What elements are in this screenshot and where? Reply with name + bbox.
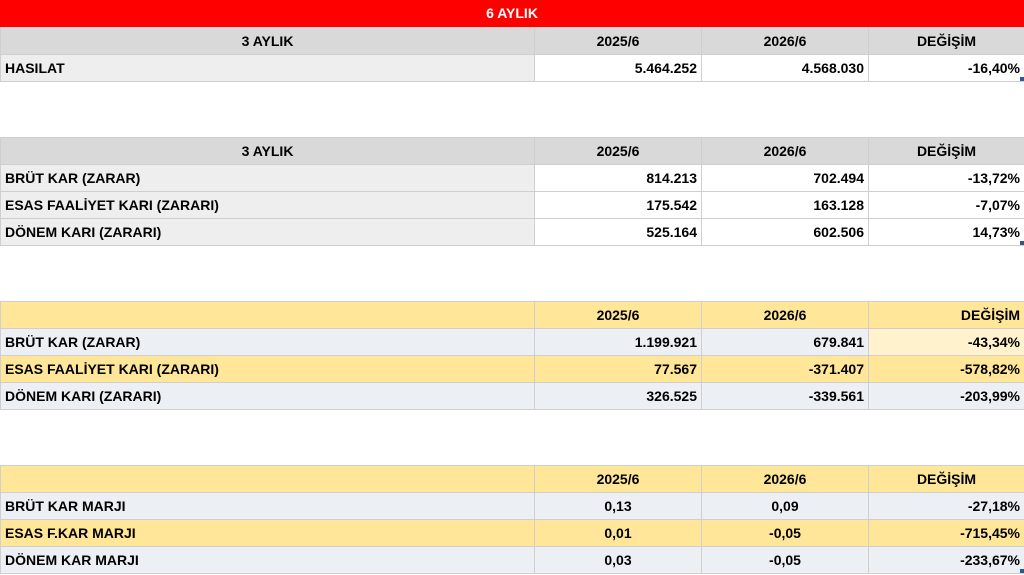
table-row: BRÜT KAR (ZARAR) 1.199.921 679.841 -43,3… — [0, 328, 1024, 356]
header-cell[interactable]: DEĞİŞİM — [868, 465, 1024, 493]
row-label-cell[interactable]: BRÜT KAR (ZARAR) — [0, 328, 535, 356]
table-row: ESAS FAALİYET KARI (ZARARI) 77.567 -371.… — [0, 355, 1024, 383]
header-cell[interactable]: 2025/6 — [534, 465, 702, 493]
header-cell[interactable]: 2026/6 — [701, 465, 869, 493]
table-header-row: 3 AYLIK 2025/6 2026/6 DEĞİŞİM — [0, 137, 1024, 165]
header-cell[interactable]: 2025/6 — [534, 301, 702, 329]
table-row: DÖNEM KARI (ZARARI) 525.164 602.506 14,7… — [0, 218, 1024, 246]
row-label-cell[interactable]: DÖNEM KARI (ZARARI) — [0, 382, 535, 410]
row-label-cell[interactable]: ESAS FAALİYET KARI (ZARARI) — [0, 355, 535, 383]
row-label-cell[interactable]: BRÜT KAR (ZARAR) — [0, 164, 535, 192]
value-cell[interactable]: 4.568.030 — [701, 54, 869, 82]
change-cell[interactable]: -13,72% — [868, 164, 1024, 192]
revenue-table: 3 AYLIK 2025/6 2026/6 DEĞİŞİM HASILAT 5.… — [0, 27, 1024, 82]
change-cell[interactable]: -578,82% — [868, 355, 1024, 383]
header-cell[interactable]: 2026/6 — [701, 301, 869, 329]
change-cell[interactable]: -16,40% — [868, 54, 1024, 82]
header-cell[interactable] — [0, 465, 535, 493]
value-cell[interactable]: 1.199.921 — [534, 328, 702, 356]
value-cell[interactable]: 0,03 — [534, 546, 702, 574]
value-cell[interactable]: 702.494 — [701, 164, 869, 192]
table-header-row: 2025/6 2026/6 DEĞİŞİM — [0, 465, 1024, 493]
value-cell[interactable]: 77.567 — [534, 355, 702, 383]
header-cell[interactable]: DEĞİŞİM — [868, 137, 1024, 165]
table-row: BRÜT KAR (ZARAR) 814.213 702.494 -13,72% — [0, 164, 1024, 192]
change-cell[interactable]: -233,67% — [868, 546, 1024, 574]
value-cell[interactable]: 5.464.252 — [534, 54, 702, 82]
value-cell[interactable]: 326.525 — [534, 382, 702, 410]
table-row: ESAS FAALİYET KARI (ZARARI) 175.542 163.… — [0, 191, 1024, 219]
row-label-cell[interactable]: ESAS F.KAR MARJI — [0, 519, 535, 547]
header-cell[interactable]: 2026/6 — [701, 27, 869, 55]
margin-table: 2025/6 2026/6 DEĞİŞİM BRÜT KAR MARJI 0,1… — [0, 465, 1024, 574]
table-row: DÖNEM KAR MARJI 0,03 -0,05 -233,67% — [0, 546, 1024, 574]
row-label-cell[interactable]: HASILAT — [0, 54, 535, 82]
table-row: DÖNEM KARI (ZARARI) 326.525 -339.561 -20… — [0, 382, 1024, 410]
header-cell[interactable]: 3 AYLIK — [0, 27, 535, 55]
table-header-row: 2025/6 2026/6 DEĞİŞİM — [0, 301, 1024, 329]
value-cell[interactable]: 0,09 — [701, 492, 869, 520]
header-cell[interactable]: 2026/6 — [701, 137, 869, 165]
table-row: ESAS F.KAR MARJI 0,01 -0,05 -715,45% — [0, 519, 1024, 547]
value-cell[interactable]: 679.841 — [701, 328, 869, 356]
value-cell[interactable]: 602.506 — [701, 218, 869, 246]
value-cell[interactable]: -0,05 — [701, 519, 869, 547]
table-row: HASILAT 5.464.252 4.568.030 -16,40% — [0, 54, 1024, 82]
value-cell[interactable]: 163.128 — [701, 191, 869, 219]
value-cell[interactable]: 0,01 — [534, 519, 702, 547]
change-cell[interactable]: -203,99% — [868, 382, 1024, 410]
sheet-title-bar[interactable]: 6 AYLIK — [0, 0, 1024, 27]
change-cell[interactable]: -7,07% — [868, 191, 1024, 219]
table-row: BRÜT KAR MARJI 0,13 0,09 -27,18% — [0, 492, 1024, 520]
value-cell[interactable]: -339.561 — [701, 382, 869, 410]
change-cell[interactable]: 14,73% — [868, 218, 1024, 246]
header-cell[interactable]: DEĞİŞİM — [868, 27, 1024, 55]
value-cell[interactable]: -0,05 — [701, 546, 869, 574]
row-label-cell[interactable]: BRÜT KAR MARJI — [0, 492, 535, 520]
header-cell[interactable]: 2025/6 — [534, 137, 702, 165]
table-header-row: 3 AYLIK 2025/6 2026/6 DEĞİŞİM — [0, 27, 1024, 55]
value-cell[interactable]: 175.542 — [534, 191, 702, 219]
value-cell[interactable]: 0,13 — [534, 492, 702, 520]
header-cell[interactable]: 3 AYLIK — [0, 137, 535, 165]
row-label-cell[interactable]: DÖNEM KARI (ZARARI) — [0, 218, 535, 246]
value-cell[interactable]: 814.213 — [534, 164, 702, 192]
header-cell[interactable]: DEĞİŞİM — [868, 301, 1024, 329]
semiannual-profit-table: 2025/6 2026/6 DEĞİŞİM BRÜT KAR (ZARAR) 1… — [0, 301, 1024, 410]
row-label-cell[interactable]: DÖNEM KAR MARJI — [0, 546, 535, 574]
value-cell[interactable]: 525.164 — [534, 218, 702, 246]
value-cell[interactable]: -371.407 — [701, 355, 869, 383]
header-cell[interactable] — [0, 301, 535, 329]
change-cell[interactable]: -27,18% — [868, 492, 1024, 520]
quarterly-profit-table: 3 AYLIK 2025/6 2026/6 DEĞİŞİM BRÜT KAR (… — [0, 137, 1024, 246]
change-cell[interactable]: -43,34% — [868, 328, 1024, 356]
change-cell[interactable]: -715,45% — [868, 519, 1024, 547]
row-label-cell[interactable]: ESAS FAALİYET KARI (ZARARI) — [0, 191, 535, 219]
header-cell[interactable]: 2025/6 — [534, 27, 702, 55]
